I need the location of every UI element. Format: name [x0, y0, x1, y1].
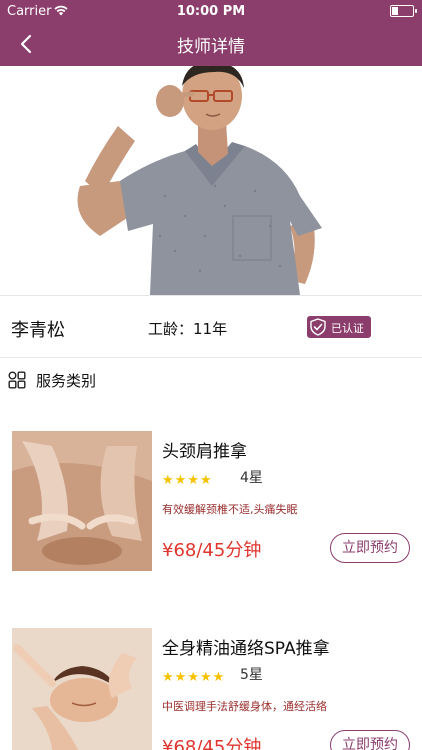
shield-check-icon [310, 318, 326, 336]
divider [0, 295, 422, 296]
service-card[interactable]: 头颈肩推拿 ★★★★ 4星 有效缓解颈椎不适,头痛失眠 ¥68/45分钟 立即预… [0, 431, 422, 581]
star-icon: ★ [174, 473, 187, 488]
star-icon: ★ [162, 473, 174, 488]
work-years: 工龄：11年 [148, 320, 228, 338]
book-now-button[interactable]: 立即预约 [330, 533, 410, 563]
service-description: 中医调理手法舒缓身体，通经活络 [162, 700, 327, 713]
technician-photo [0, 66, 422, 295]
screen: Carrier 10:00 PM 技师详情 李青松 工龄：11年 已认证 服务类… [0, 0, 422, 750]
page-title: 技师详情 [177, 37, 245, 57]
battery-icon [390, 5, 417, 17]
rating-label: 4星 [240, 470, 263, 486]
divider [0, 357, 422, 358]
star-rating: ★★★★★ [162, 666, 225, 685]
service-price: ¥68/45分钟 [162, 540, 262, 561]
star-icon: ★ [199, 670, 212, 685]
service-image [12, 431, 152, 571]
technician-name: 李青松 [11, 320, 65, 341]
service-name: 头颈肩推拿 [162, 442, 247, 462]
clock-label: 10:00 PM [176, 4, 246, 19]
star-icon: ★ [162, 670, 174, 685]
navigation-bar: 技师详情 [0, 22, 422, 66]
star-rating: ★★★★ [162, 469, 213, 488]
star-icon: ★ [187, 473, 199, 488]
star-icon: ★ [174, 670, 187, 685]
book-now-button[interactable]: 立即预约 [330, 730, 410, 750]
service-category-title: 服务类别 [36, 372, 97, 390]
rating-label: 5星 [240, 667, 263, 683]
service-image [12, 628, 152, 750]
star-icon: ★ [212, 670, 225, 685]
status-bar: Carrier 10:00 PM [0, 0, 422, 22]
grid-icon [8, 371, 26, 389]
star-icon: ★ [187, 670, 199, 685]
verified-badge: 已认证 [307, 316, 371, 338]
star-icon: ★ [199, 473, 212, 488]
verified-label: 已认证 [331, 322, 364, 335]
service-description: 有效缓解颈椎不适,头痛失眠 [162, 503, 298, 516]
header-bar: Carrier 10:00 PM 技师详情 [0, 0, 422, 66]
service-name: 全身精油通络SPA推拿 [162, 639, 330, 659]
service-price: ¥68/45分钟 [162, 737, 262, 750]
service-card[interactable]: 全身精油通络SPA推拿 ★★★★★ 5星 中医调理手法舒缓身体，通经活络 ¥68… [0, 628, 422, 750]
